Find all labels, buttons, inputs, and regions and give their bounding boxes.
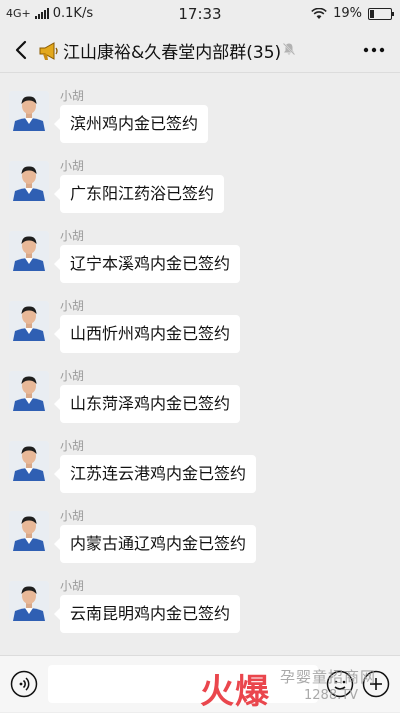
avatar-image: [9, 161, 49, 201]
battery-icon: [368, 7, 394, 20]
avatar[interactable]: [9, 231, 49, 271]
message-item: 小胡 江苏连云港鸡内金已签约: [0, 433, 400, 503]
avatar-image: [9, 511, 49, 551]
avatar[interactable]: [9, 301, 49, 341]
message-bubble[interactable]: 云南昆明鸡内金已签约: [53, 595, 241, 633]
message-item: 小胡 山东菏泽鸡内金已签约: [0, 363, 400, 433]
message-bubble[interactable]: 辽宁本溪鸡内金已签约: [53, 245, 241, 283]
plus-button[interactable]: [362, 670, 390, 698]
message-bubble[interactable]: 山东菏泽鸡内金已签约: [53, 385, 241, 423]
more-button[interactable]: [360, 38, 388, 62]
more-dots-icon: [363, 47, 385, 53]
status-bar: 4G+ 0.1K/s 17:33 19%: [0, 0, 400, 28]
sender-name: 小胡: [60, 89, 85, 103]
message-input[interactable]: [48, 665, 318, 703]
sender-name: 小胡: [60, 159, 85, 173]
plus-icon: [362, 670, 390, 698]
avatar[interactable]: [9, 161, 49, 201]
message-item: 小胡 辽宁本溪鸡内金已签约: [0, 223, 400, 293]
input-bar: [0, 655, 400, 712]
sender-name: 小胡: [60, 509, 85, 523]
avatar[interactable]: [9, 511, 49, 551]
avatar[interactable]: [9, 371, 49, 411]
back-button[interactable]: [8, 36, 36, 64]
sender-name: 小胡: [60, 229, 85, 243]
avatar-image: [9, 91, 49, 131]
message-item: 小胡 山西忻州鸡内金已签约: [0, 293, 400, 363]
message-bubble[interactable]: 山西忻州鸡内金已签约: [53, 315, 241, 353]
avatar[interactable]: [9, 441, 49, 481]
avatar-image: [9, 371, 49, 411]
status-right: 19%: [311, 6, 394, 21]
message-bubble[interactable]: 滨州鸡内金已签约: [53, 105, 209, 143]
emoji-icon: [326, 670, 354, 698]
wifi-icon: [311, 7, 327, 19]
voice-icon: [10, 670, 38, 698]
avatar[interactable]: [9, 91, 49, 131]
chat-header: 江山康裕&久春堂内部群(35): [0, 28, 400, 73]
message-item: 小胡 云南昆明鸡内金已签约: [0, 573, 400, 643]
avatar-image: [9, 301, 49, 341]
chat-title-wrap: 江山康裕&久春堂内部群(35): [38, 38, 281, 63]
sender-name: 小胡: [60, 579, 85, 593]
megaphone-icon: [39, 41, 58, 60]
avatar-image: [9, 581, 49, 621]
message-item: 小胡 内蒙古通辽鸡内金已签约: [0, 503, 400, 573]
message-bubble[interactable]: 广东阳江药浴已签约: [53, 175, 225, 213]
sender-name: 小胡: [60, 369, 85, 383]
message-bubble[interactable]: 江苏连云港鸡内金已签约: [53, 455, 257, 493]
battery-level: [370, 9, 374, 18]
chevron-left-icon: [15, 40, 27, 60]
sender-name: 小胡: [60, 439, 85, 453]
emoji-button[interactable]: [326, 670, 354, 698]
chat-title: 江山康裕&久春堂内部群(35): [63, 43, 282, 63]
message-bubble[interactable]: 内蒙古通辽鸡内金已签约: [53, 525, 257, 563]
avatar[interactable]: [9, 581, 49, 621]
message-item: 小胡 滨州鸡内金已签约: [0, 83, 400, 153]
muted-bell-icon: [282, 42, 296, 56]
avatar-image: [9, 441, 49, 481]
avatar-image: [9, 231, 49, 271]
sender-name: 小胡: [60, 299, 85, 313]
message-list[interactable]: 小胡 滨州鸡内金已签约 小胡 广东阳江药浴已签约 小胡 辽宁本溪鸡内金已签约 小…: [0, 73, 400, 655]
battery-percent: 19%: [333, 6, 362, 21]
voice-button[interactable]: [10, 670, 38, 698]
message-item: 小胡 广东阳江药浴已签约: [0, 153, 400, 223]
